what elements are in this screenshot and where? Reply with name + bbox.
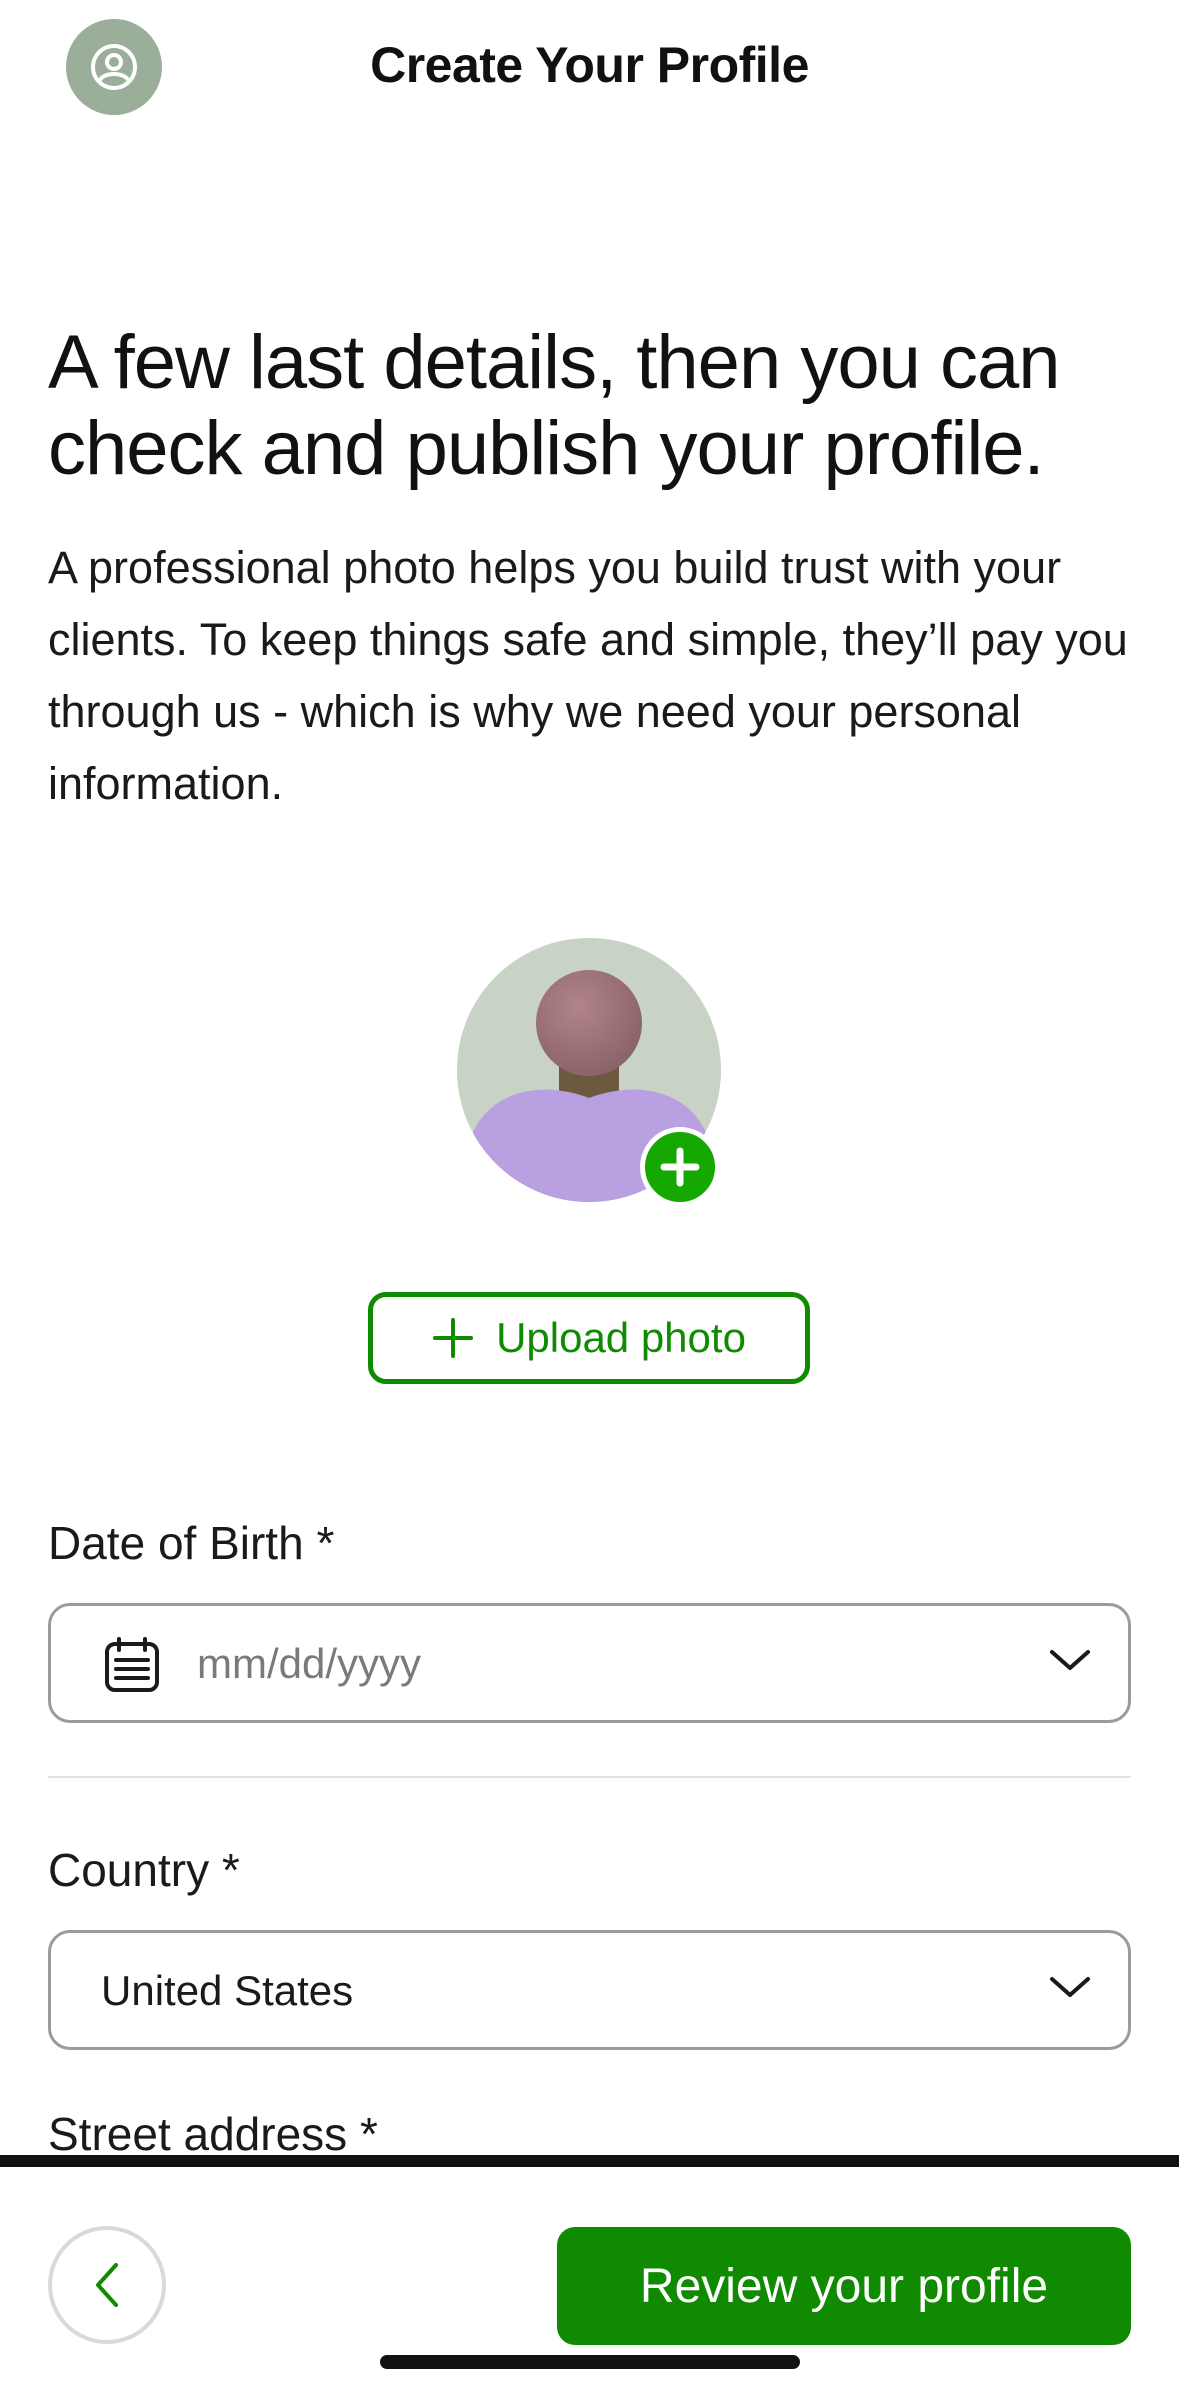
- dob-label: Date of Birth *: [48, 1517, 335, 1569]
- chevron-down-icon: [1050, 1977, 1090, 1997]
- review-profile-button[interactable]: Review your profile: [557, 2227, 1131, 2345]
- calendar-icon: [105, 1637, 159, 1692]
- upload-photo-label: Upload photo: [496, 1314, 746, 1361]
- page-title: Create Your Profile: [370, 37, 809, 93]
- chevron-down-icon: [1050, 1650, 1090, 1670]
- headline: A few last details, then you can check a…: [48, 320, 1061, 491]
- divider: [48, 1776, 1131, 1778]
- plus-icon: [660, 1147, 700, 1187]
- home-indicator: [380, 2355, 800, 2369]
- street-address-label: Street address *: [48, 2108, 378, 2160]
- upload-photo-button[interactable]: Upload photo: [368, 1292, 810, 1384]
- country-value: United States: [101, 1967, 354, 2014]
- header: Create Your Profile: [0, 0, 1179, 140]
- profile-photo[interactable]: [457, 938, 721, 1207]
- intro-text: A professional photo helps you build tru…: [48, 542, 1128, 809]
- country-select[interactable]: United States: [48, 1930, 1131, 2050]
- plus-icon: [433, 1318, 474, 1358]
- chevron-left-icon: [96, 2263, 118, 2307]
- add-photo-badge[interactable]: [640, 1127, 720, 1207]
- dob-field[interactable]: mm/dd/yyyy: [48, 1603, 1131, 1723]
- back-button[interactable]: [48, 2226, 166, 2344]
- dob-placeholder: mm/dd/yyyy: [197, 1640, 422, 1687]
- country-label: Country *: [48, 1844, 240, 1896]
- footer-divider: [0, 2155, 1179, 2167]
